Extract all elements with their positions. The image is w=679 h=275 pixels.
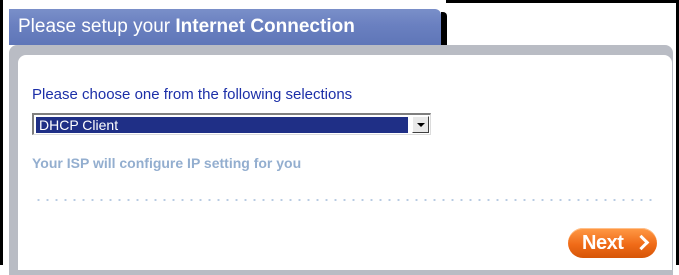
connection-type-select[interactable]: DHCP Client [32,113,431,135]
next-button-label: Next [582,232,624,254]
window-frame-top [446,0,679,3]
chevron-right-icon [633,234,650,251]
dotted-divider [34,199,654,201]
page-title-emphasis: Internet Connection [175,16,355,37]
page-title: Please setup your Internet Connection [18,15,355,39]
connection-info-text: Your ISP will configure IP setting for y… [32,155,302,171]
selection-prompt: Please choose one from the following sel… [32,86,353,103]
next-button[interactable]: Next [568,228,657,258]
header-tab-shadow [441,12,447,48]
window-frame-left [0,0,3,265]
connection-type-selected-value: DHCP Client [36,117,408,133]
page-title-prefix: Please setup your [18,16,176,37]
chevron-down-icon [417,123,425,127]
dropdown-button[interactable] [412,116,429,133]
